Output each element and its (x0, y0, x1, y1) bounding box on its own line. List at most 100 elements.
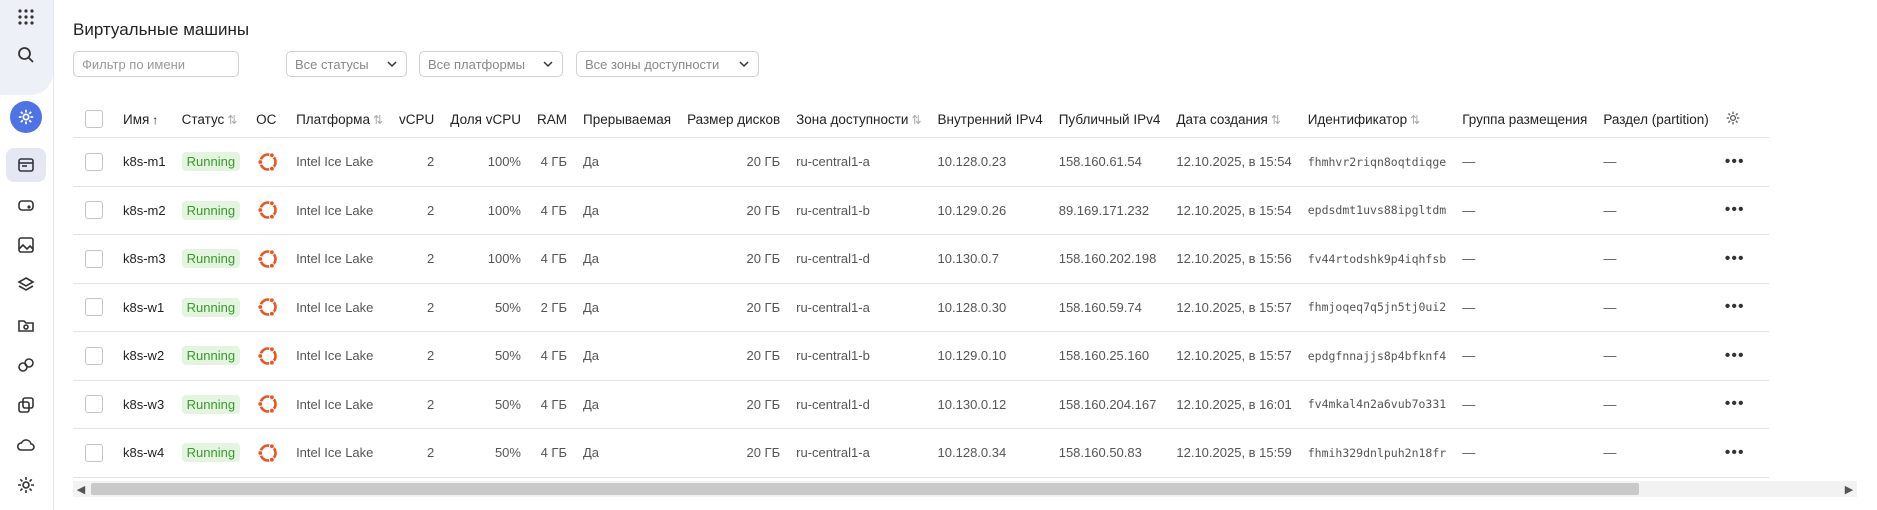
table-row[interactable]: k8s-m3 Running Intel Ice Lake 2 100% 4 Г… (73, 234, 1769, 284)
vcpu-share-cell: 50% (442, 380, 529, 429)
sort-asc-icon: ↑ (152, 112, 159, 127)
row-checkbox[interactable] (85, 395, 103, 414)
vm-table: Имя ↑ Статус ⇅ ОС Платформа ⇅ vCPU Доля vCP… (73, 101, 1769, 478)
select-all-checkbox[interactable] (85, 110, 103, 128)
col-created[interactable]: Дата создания ⇅ (1168, 101, 1300, 138)
table-row[interactable]: k8s-w1 Running Intel Ice Lake 2 50% 2 ГБ… (73, 283, 1769, 332)
row-checkbox[interactable] (85, 201, 103, 220)
col-id[interactable]: Идентификатор ⇅ (1299, 101, 1455, 138)
created-cell: 12.10.2025, в 15:57 (1168, 331, 1300, 381)
platform-cell: Intel Ice Lake (288, 186, 392, 235)
row-actions-cell: ••• (1716, 331, 1769, 381)
internal-ip-cell: 10.128.0.34 (929, 428, 1051, 478)
horizontal-scrollbar[interactable]: ◀ ▶ (73, 481, 1857, 497)
zone-filter-select[interactable]: Все зоны доступности (576, 51, 759, 77)
preemptible-cell: Да (574, 428, 680, 478)
status-badge: Running (181, 443, 241, 463)
status-filter-select[interactable]: Все статусы (286, 51, 407, 77)
more-actions-icon[interactable]: ••• (1725, 395, 1745, 412)
more-actions-icon[interactable]: ••• (1725, 201, 1745, 218)
ubuntu-icon (257, 394, 277, 414)
more-actions-icon[interactable]: ••• (1725, 347, 1745, 364)
row-actions-cell: ••• (1716, 234, 1769, 284)
disk-size-cell: 20 ГБ (679, 283, 789, 332)
vm-name[interactable]: k8s-w4 (115, 428, 174, 478)
row-select-cell (73, 234, 115, 284)
col-zone[interactable]: Зона доступности ⇅ (788, 101, 930, 138)
gear-icon[interactable] (6, 468, 46, 502)
public-ip-cell: 158.160.50.83 (1050, 428, 1169, 478)
row-checkbox[interactable] (85, 152, 103, 171)
vm-name[interactable]: k8s-w1 (115, 283, 174, 332)
more-actions-icon[interactable]: ••• (1725, 298, 1745, 315)
col-disk-size: Размер дисков (679, 101, 789, 138)
internal-ip-cell: 10.130.0.12 (929, 380, 1051, 429)
internal-ip-cell: 10.129.0.10 (929, 331, 1051, 381)
created-cell: 12.10.2025, в 15:59 (1168, 428, 1300, 478)
col-name-label: Имя (123, 111, 150, 127)
platform-filter-select[interactable]: Все платформы (419, 51, 563, 77)
vm-name[interactable]: k8s-m3 (115, 234, 174, 284)
row-checkbox[interactable] (85, 298, 103, 317)
table-row[interactable]: k8s-m1 Running Intel Ice Lake 2 100% 4 Г… (73, 137, 1769, 187)
created-cell: 12.10.2025, в 16:01 (1168, 380, 1300, 429)
os-cell (248, 186, 289, 235)
scroll-left-icon[interactable]: ◀ (73, 481, 89, 497)
ram-cell: 4 ГБ (528, 331, 575, 381)
image-icon[interactable] (6, 228, 46, 262)
search-icon[interactable] (6, 38, 46, 72)
table-row[interactable]: k8s-m2 Running Intel Ice Lake 2 100% 4 Г… (73, 186, 1769, 235)
col-placement-group: Группа размещения (1454, 101, 1596, 138)
vm-name[interactable]: k8s-w3 (115, 380, 174, 429)
layers-icon[interactable] (6, 268, 46, 302)
vm-icon[interactable] (6, 148, 46, 182)
vcpu-share-cell: 50% (442, 428, 529, 478)
vm-name[interactable]: k8s-m2 (115, 186, 174, 235)
settings-icon[interactable] (10, 101, 42, 133)
row-checkbox[interactable] (85, 346, 103, 365)
os-cell (248, 137, 289, 187)
snapshot-icon[interactable] (6, 308, 46, 342)
col-preemptible: Прерываемая (574, 101, 680, 138)
row-checkbox[interactable] (85, 249, 103, 268)
col-os: ОС (248, 101, 289, 138)
group-icon[interactable] (6, 348, 46, 382)
table-row[interactable]: k8s-w4 Running Intel Ice Lake 2 50% 4 ГБ… (73, 428, 1769, 478)
vcpu-cell: 2 (391, 234, 443, 284)
partition-cell: — (1595, 428, 1717, 478)
col-ram: RAM (528, 101, 575, 138)
disk-icon[interactable] (6, 188, 46, 222)
more-actions-icon[interactable]: ••• (1725, 250, 1745, 267)
table-body: k8s-m1 Running Intel Ice Lake 2 100% 4 Г… (73, 137, 1769, 478)
col-name[interactable]: Имя ↑ (115, 101, 174, 138)
created-cell: 12.10.2025, в 15:54 (1168, 137, 1300, 187)
table-row[interactable]: k8s-w2 Running Intel Ice Lake 2 50% 4 ГБ… (73, 331, 1769, 381)
id-cell: fhmjoqeq7q5jn5tj0ui2 (1299, 283, 1455, 332)
public-ip-cell: 158.160.204.167 (1050, 380, 1169, 429)
status-filter-label: Все статусы (295, 56, 369, 72)
scroll-right-icon[interactable]: ▶ (1841, 481, 1857, 497)
ram-cell: 4 ГБ (528, 137, 575, 187)
col-status[interactable]: Статус ⇅ (173, 101, 249, 138)
os-cell (248, 380, 289, 429)
vm-name[interactable]: k8s-w2 (115, 331, 174, 381)
vm-name[interactable]: k8s-m1 (115, 137, 174, 187)
more-actions-icon[interactable]: ••• (1725, 153, 1745, 170)
placement-group-cell: — (1454, 283, 1596, 332)
table-row[interactable]: k8s-w3 Running Intel Ice Lake 2 50% 4 ГБ… (73, 380, 1769, 429)
row-checkbox[interactable] (85, 443, 103, 462)
name-filter-input[interactable]: Фильтр по имени (73, 51, 239, 77)
platform-cell: Intel Ice Lake (288, 331, 392, 381)
scrollbar-thumb[interactable] (91, 483, 1639, 495)
cloud-icon[interactable] (6, 428, 46, 462)
preemptible-cell: Да (574, 331, 680, 381)
chevron-down-icon (739, 61, 749, 68)
grid-icon[interactable] (6, 0, 46, 34)
public-ip-cell: 158.160.59.74 (1050, 283, 1169, 332)
zone-cell: ru-central1-b (788, 331, 930, 381)
public-ip-cell: 158.160.202.198 (1050, 234, 1169, 284)
col-platform[interactable]: Платформа ⇅ (288, 101, 392, 138)
more-actions-icon[interactable]: ••• (1725, 444, 1745, 461)
table-settings-icon[interactable] (1725, 110, 1741, 126)
copy-icon[interactable] (6, 388, 46, 422)
